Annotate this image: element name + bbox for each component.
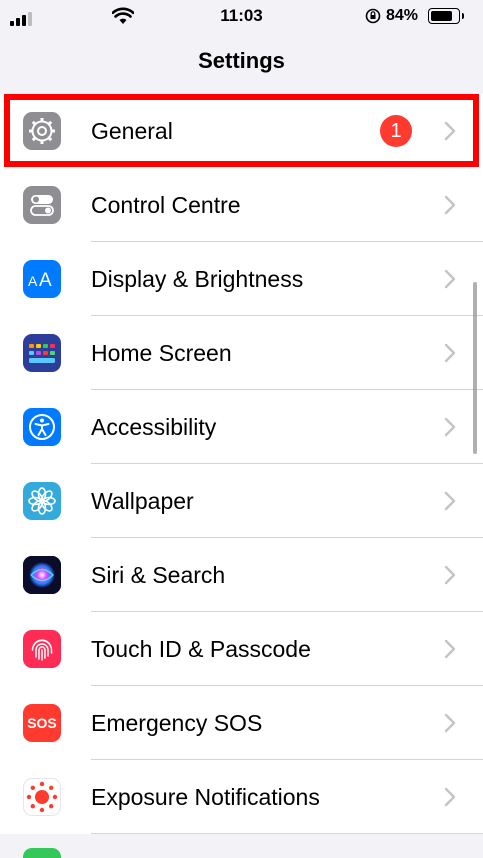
accessibility-person-icon [23, 408, 61, 446]
settings-row-label: Touch ID & Passcode [91, 636, 311, 662]
text-size-icon: A A [23, 260, 61, 298]
battery-percent: 84% [386, 7, 419, 24]
chevron-right-icon [444, 417, 456, 437]
svg-text:A: A [39, 270, 52, 290]
settings-row-label: Emergency SOS [91, 710, 263, 736]
settings-row-label: Wallpaper [91, 488, 194, 514]
settings-row-siri-search[interactable]: Siri & Search [0, 538, 483, 612]
toggles-icon [23, 186, 61, 224]
row-separator [91, 833, 483, 834]
battery-icon [428, 8, 460, 24]
settings-list: General 1 Control Centre A A Display & B… [0, 94, 483, 834]
settings-row-display-brightness[interactable]: A A Display & Brightness [0, 242, 483, 316]
status-bar: 11:03 84% [0, 0, 483, 34]
chevron-right-icon [444, 713, 456, 733]
settings-row-label: Home Screen [91, 340, 232, 366]
settings-row-label: Exposure Notifications [91, 784, 320, 810]
gear-icon [23, 112, 61, 150]
fingerprint-icon [23, 630, 61, 668]
page-title: Settings [198, 48, 285, 73]
settings-row-label: General [91, 118, 173, 144]
settings-row-touch-id-passcode[interactable]: Touch ID & Passcode [0, 612, 483, 686]
settings-row-accessibility[interactable]: Accessibility [0, 390, 483, 464]
settings-row-label: Control Centre [91, 192, 241, 218]
siri-icon [23, 556, 61, 594]
chevron-right-icon [444, 491, 456, 511]
settings-row-label: Display & Brightness [91, 266, 304, 292]
settings-row-wallpaper[interactable]: Wallpaper [0, 464, 483, 538]
chevron-right-icon [444, 639, 456, 659]
sos-icon: SOS [23, 704, 61, 742]
app-grid-icon [23, 334, 61, 372]
chevron-right-icon [444, 343, 456, 363]
settings-row-exposure-notifications[interactable]: Exposure Notifications [0, 760, 483, 834]
settings-row-label: Accessibility [91, 414, 217, 440]
chevron-right-icon [444, 121, 456, 141]
flower-icon [23, 482, 61, 520]
settings-row-label: Siri & Search [91, 562, 226, 588]
scroll-indicator[interactable] [473, 282, 477, 454]
chevron-right-icon [444, 195, 456, 215]
orientation-lock-icon [365, 8, 381, 24]
notification-badge: 1 [380, 115, 412, 147]
chevron-right-icon [444, 269, 456, 289]
exposure-icon [23, 778, 61, 816]
partial-next-row-icon [23, 848, 61, 858]
chevron-right-icon [444, 565, 456, 585]
settings-row-emergency-sos[interactable]: SOS Emergency SOS [0, 686, 483, 760]
sos-icon-text: SOS [27, 715, 57, 731]
settings-row-home-screen[interactable]: Home Screen [0, 316, 483, 390]
settings-row-general[interactable]: General 1 [0, 94, 483, 168]
chevron-right-icon [444, 787, 456, 807]
settings-row-control-centre[interactable]: Control Centre [0, 168, 483, 242]
svg-text:A: A [28, 273, 38, 289]
